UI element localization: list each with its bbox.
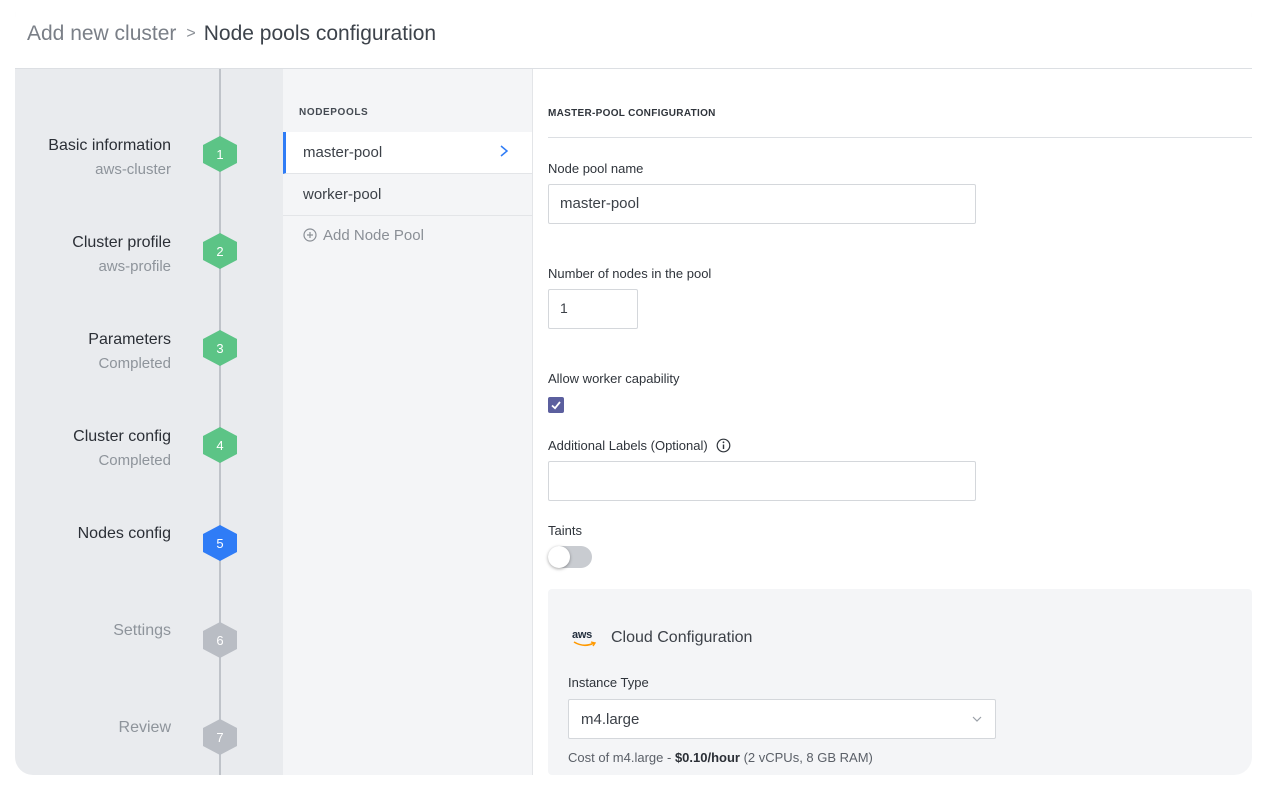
- wizard-steps-panel: Basic information aws-cluster 1 Cluster …: [15, 69, 283, 775]
- nodepool-item-master-pool[interactable]: master-pool: [283, 132, 532, 174]
- chevron-right-icon: [500, 145, 509, 157]
- step-number-badge: 1: [203, 136, 237, 172]
- plus-circle-icon: [303, 228, 317, 242]
- aws-smile-icon: [573, 641, 597, 647]
- configuration-heading: MASTER-POOL CONFIGURATION: [548, 108, 716, 119]
- step-review[interactable]: Review 7: [15, 719, 283, 775]
- additional-labels-input[interactable]: [548, 461, 976, 501]
- node-count-input[interactable]: 1: [548, 289, 638, 329]
- worker-capability-label: Allow worker capability: [548, 371, 680, 386]
- step-title: Basic information: [48, 137, 171, 154]
- step-settings[interactable]: Settings 6: [15, 622, 283, 682]
- step-subtitle: Completed: [98, 452, 171, 469]
- step-title: Settings: [113, 622, 171, 639]
- pool-name-input[interactable]: master-pool: [548, 184, 976, 224]
- taints-toggle[interactable]: [548, 546, 592, 568]
- node-count-label: Number of nodes in the pool: [548, 266, 712, 281]
- step-subtitle: Completed: [98, 355, 171, 372]
- instance-type-label: Instance Type: [568, 675, 649, 690]
- additional-labels-label: Additional Labels (Optional): [548, 438, 708, 453]
- aws-logo-icon: aws: [572, 629, 598, 649]
- additional-labels-label-row: Additional Labels (Optional): [548, 438, 731, 453]
- add-node-pool-label: Add Node Pool: [323, 227, 424, 244]
- step-title: Parameters: [88, 331, 171, 348]
- step-title: Nodes config: [77, 525, 171, 542]
- cloud-configuration-title: Cloud Configuration: [611, 629, 753, 646]
- step-number-badge: 2: [203, 233, 237, 269]
- step-subtitle: aws-profile: [98, 258, 171, 275]
- step-number-badge: 7: [203, 719, 237, 755]
- cloud-configuration-section: aws Cloud Configuration Instance Type m4…: [548, 589, 1252, 775]
- step-title: Review: [118, 719, 171, 736]
- step-cluster-config[interactable]: Cluster config Completed 4: [15, 427, 283, 488]
- cost-prefix: Cost of m4.large -: [568, 750, 675, 765]
- step-basic-information[interactable]: Basic information aws-cluster 1: [15, 136, 283, 197]
- nodepool-item-label: worker-pool: [303, 186, 382, 203]
- instance-cost-text: Cost of m4.large - $0.10/hour (2 vCPUs, …: [568, 750, 873, 765]
- pool-name-label: Node pool name: [548, 161, 644, 176]
- page-header: Add new cluster > Node pools configuration: [15, 0, 1252, 69]
- nodepools-panel: NODEPOOLS master-pool worker-pool Add No…: [283, 69, 533, 775]
- app-frame: Add new cluster > Node pools configuration…: [15, 0, 1252, 775]
- info-icon[interactable]: [716, 438, 731, 453]
- breadcrumb-parent-link[interactable]: Add new cluster: [27, 22, 176, 45]
- step-cluster-profile[interactable]: Cluster profile aws-profile 2: [15, 233, 283, 294]
- instance-type-select[interactable]: m4.large: [568, 699, 996, 739]
- chevron-down-icon: [972, 716, 982, 722]
- pool-configuration-panel: MASTER-POOL CONFIGURATION Node pool name…: [533, 69, 1252, 775]
- step-title: Cluster profile: [72, 234, 171, 251]
- step-nodes-config[interactable]: Nodes config 5: [15, 525, 283, 585]
- nodepools-heading: NODEPOOLS: [299, 107, 369, 118]
- breadcrumb-separator: >: [186, 25, 196, 42]
- cost-suffix: (2 vCPUs, 8 GB RAM): [739, 750, 873, 765]
- step-number-badge: 6: [203, 622, 237, 658]
- step-number-badge: 5: [203, 525, 237, 561]
- taints-label: Taints: [548, 523, 582, 538]
- worker-capability-checkbox[interactable]: [548, 397, 564, 413]
- instance-type-value: m4.large: [581, 711, 640, 728]
- step-parameters[interactable]: Parameters Completed 3: [15, 330, 283, 391]
- step-subtitle: aws-cluster: [95, 161, 171, 178]
- step-number-badge: 3: [203, 330, 237, 366]
- breadcrumb: Add new cluster > Node pools configuration: [27, 22, 436, 46]
- toggle-knob: [548, 546, 570, 568]
- add-node-pool-button[interactable]: Add Node Pool: [303, 227, 424, 244]
- nodepool-item-worker-pool[interactable]: worker-pool: [283, 174, 532, 216]
- aws-logo-text: aws: [572, 629, 592, 641]
- nodepool-item-label: master-pool: [303, 144, 383, 161]
- step-title: Cluster config: [73, 428, 171, 445]
- checkmark-icon: [551, 401, 561, 410]
- cost-price: $0.10/hour: [674, 750, 740, 765]
- step-number-badge: 4: [203, 427, 237, 463]
- heading-divider: [548, 137, 1252, 138]
- page-title: Node pools configuration: [203, 22, 437, 45]
